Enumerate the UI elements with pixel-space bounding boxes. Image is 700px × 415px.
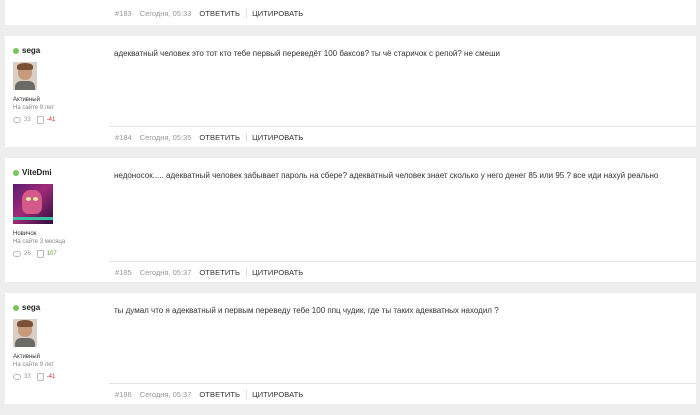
rating-value: -41 (46, 117, 56, 123)
reply-button[interactable]: ОТВЕТИТЬ (199, 389, 248, 399)
comment-icon (13, 251, 21, 257)
post-footer: #184 Сегодня, 05:35 ОТВЕТИТЬ ЦИТИРОВАТЬ (109, 126, 696, 147)
user-status: Активный (13, 97, 40, 103)
online-indicator-icon (13, 304, 19, 311)
reply-button[interactable]: ОТВЕТИТЬ (199, 132, 248, 142)
comment-count: 33 (24, 374, 31, 380)
rating-value: -41 (46, 374, 56, 380)
user-since: На сайте 3 месяца (13, 239, 66, 245)
user-panel: sega Активный На сайте 9 лет 33 -41 (13, 303, 103, 381)
post-card-183: #183 Сегодня, 05:33 ОТВЕТИТЬ ЦИТИРОВАТЬ (5, 0, 696, 25)
post-number[interactable]: #183 (115, 9, 132, 18)
post-time: Сегодня, 05:35 (139, 132, 192, 142)
username[interactable]: sega (13, 303, 103, 312)
reply-button[interactable]: ОТВЕТИТЬ (199, 267, 248, 277)
user-stats: 26 107 (13, 250, 103, 258)
comment-icon (13, 117, 21, 123)
post-card-186: sega Активный На сайте 9 лет 33 -41 ты д… (5, 293, 696, 404)
post-text: адекватный человек это тот кто тебе перв… (114, 49, 500, 58)
rating-value: 107 (46, 251, 57, 257)
post-card-185: ViteDmi Новичок На сайте 3 месяца 26 107… (5, 158, 696, 282)
thumb-icon (36, 116, 44, 124)
comment-icon (13, 374, 21, 380)
thumb-icon (36, 373, 44, 381)
quote-button[interactable]: ЦИТИРОВАТЬ (252, 9, 303, 18)
username[interactable]: ViteDmi (13, 168, 103, 177)
user-status: Активный (13, 354, 40, 360)
post-card-184: sega Активный На сайте 9 лет 33 -41 адек… (5, 36, 696, 147)
user-stats: 33 -41 (13, 373, 103, 381)
avatar[interactable] (13, 184, 53, 224)
post-footer: #186 Сегодня, 05:37 ОТВЕТИТЬ ЦИТИРОВАТЬ (109, 383, 696, 404)
online-indicator-icon (13, 47, 19, 54)
user-since: На сайте 9 лет (13, 105, 55, 111)
quote-button[interactable]: ЦИТИРОВАТЬ (252, 268, 303, 277)
username[interactable]: sega (13, 46, 103, 55)
user-status: Новичок (13, 231, 37, 237)
quote-button[interactable]: ЦИТИРОВАТЬ (252, 133, 303, 142)
post-footer: #183 Сегодня, 05:33 ОТВЕТИТЬ ЦИТИРОВАТЬ (109, 3, 696, 24)
quote-button[interactable]: ЦИТИРОВАТЬ (252, 390, 303, 399)
thumb-icon (36, 250, 44, 258)
post-text: ты думал что я адекватный и первым перев… (114, 306, 499, 315)
post-time: Сегодня, 05:37 (139, 389, 192, 399)
comment-count: 26 (24, 251, 31, 257)
comment-count: 33 (24, 117, 31, 123)
avatar[interactable] (13, 62, 37, 90)
post-text: недоносок..... адекватный человек забыва… (114, 171, 659, 180)
post-number[interactable]: #185 (115, 268, 132, 277)
post-time: Сегодня, 05:37 (139, 267, 192, 277)
user-panel: ViteDmi Новичок На сайте 3 месяца 26 107 (13, 168, 103, 258)
user-panel: sega Активный На сайте 9 лет 33 -41 (13, 46, 103, 124)
user-stats: 33 -41 (13, 116, 103, 124)
reply-button[interactable]: ОТВЕТИТЬ (199, 9, 248, 18)
post-number[interactable]: #184 (115, 133, 132, 142)
user-since: На сайте 9 лет (13, 362, 55, 368)
post-number[interactable]: #186 (115, 390, 132, 399)
avatar[interactable] (13, 319, 37, 347)
post-footer: #185 Сегодня, 05:37 ОТВЕТИТЬ ЦИТИРОВАТЬ (109, 261, 696, 282)
post-time: Сегодня, 05:33 (139, 9, 192, 18)
online-indicator-icon (13, 169, 19, 176)
